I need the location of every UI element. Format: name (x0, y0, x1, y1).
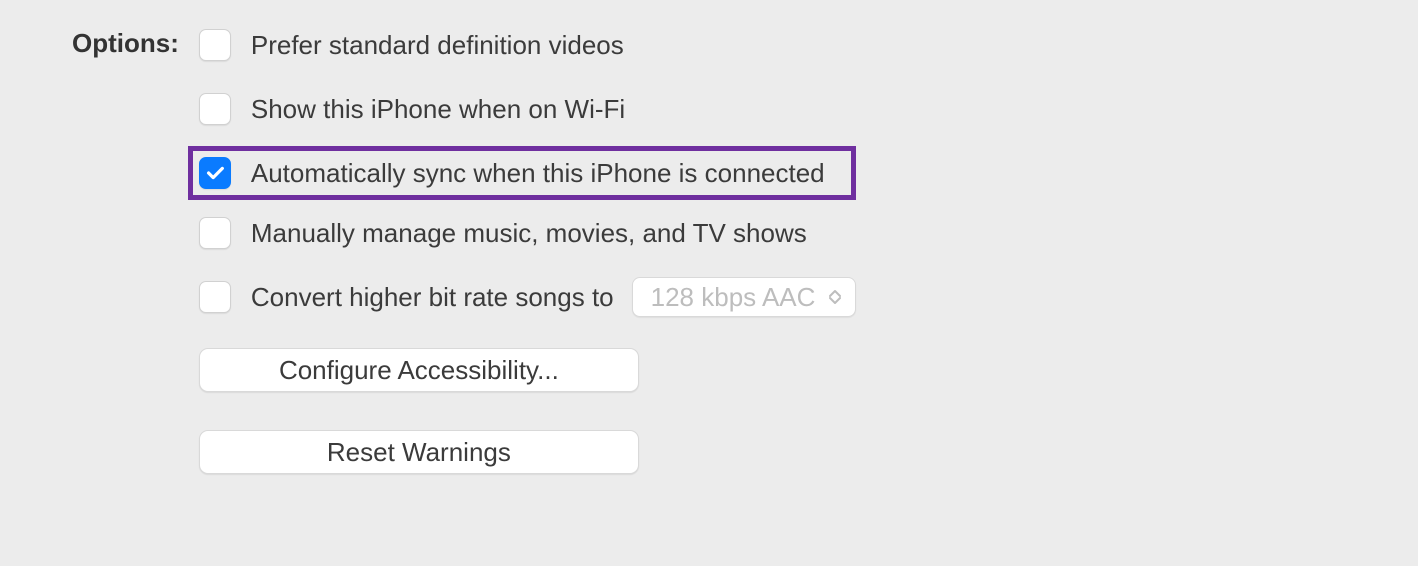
option-auto-sync[interactable]: Automatically sync when this iPhone is c… (188, 146, 857, 200)
option-label: Show this iPhone when on Wi-Fi (251, 94, 625, 125)
checkbox-show-wifi[interactable] (199, 93, 231, 125)
reset-warnings-row: Reset Warnings (199, 430, 857, 474)
option-label: Prefer standard definition videos (251, 30, 624, 61)
select-value: 128 kbps AAC (651, 282, 816, 313)
options-panel: Options: Prefer standard definition vide… (0, 0, 1418, 504)
section-label: Options: (72, 24, 199, 504)
option-label: Automatically sync when this iPhone is c… (251, 158, 825, 189)
checkbox-manual-manage[interactable] (199, 217, 231, 249)
option-convert-bitrate[interactable]: Convert higher bit rate songs to 128 kbp… (199, 276, 857, 318)
check-icon (204, 162, 226, 184)
configure-accessibility-button[interactable]: Configure Accessibility... (199, 348, 639, 392)
option-prefer-sd[interactable]: Prefer standard definition videos (199, 24, 857, 66)
checkbox-auto-sync[interactable] (199, 157, 231, 189)
configure-accessibility-row: Configure Accessibility... (199, 348, 857, 392)
option-show-wifi[interactable]: Show this iPhone when on Wi-Fi (199, 88, 857, 130)
option-manual-manage[interactable]: Manually manage music, movies, and TV sh… (199, 212, 857, 254)
option-label: Convert higher bit rate songs to (251, 282, 614, 313)
stepper-arrows-icon (829, 289, 841, 305)
reset-warnings-button[interactable]: Reset Warnings (199, 430, 639, 474)
bitrate-select[interactable]: 128 kbps AAC (632, 277, 857, 317)
options-list: Prefer standard definition videos Show t… (199, 24, 857, 504)
checkbox-convert-bitrate[interactable] (199, 281, 231, 313)
option-label: Manually manage music, movies, and TV sh… (251, 218, 807, 249)
checkbox-prefer-sd[interactable] (199, 29, 231, 61)
